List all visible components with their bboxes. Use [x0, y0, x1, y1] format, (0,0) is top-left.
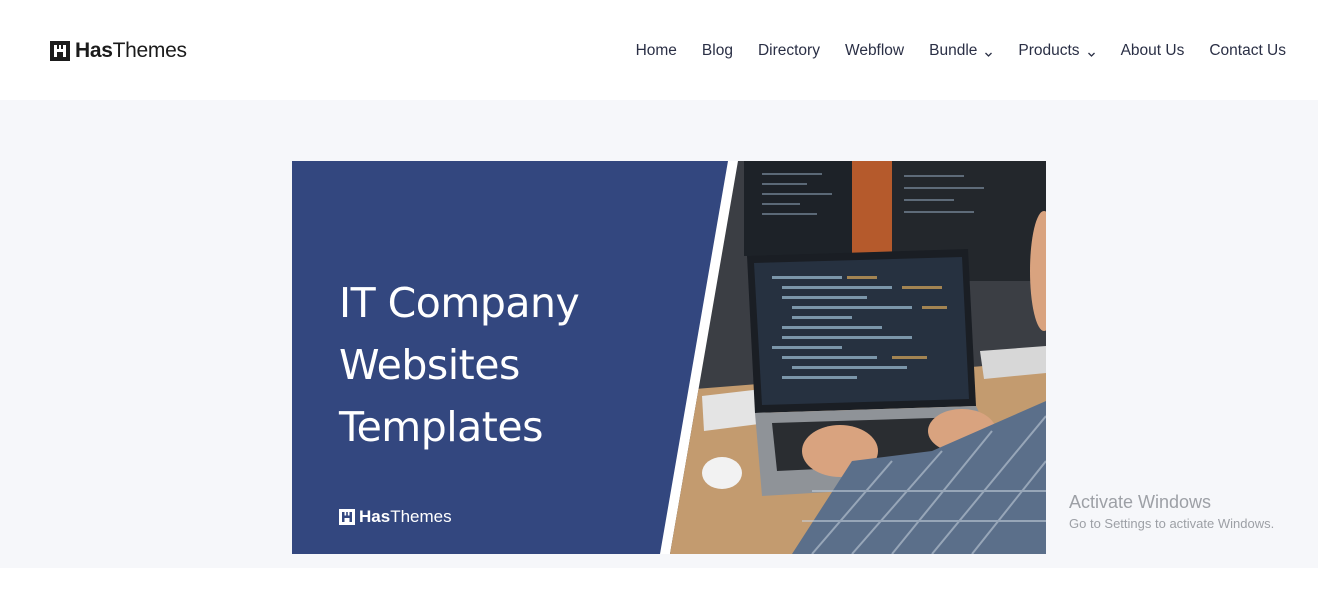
featured-banner[interactable]: IT Company Websites Templates HasThemes [292, 161, 1046, 554]
logo-wordmark: HasThemes [75, 39, 187, 62]
nav-products[interactable]: Products [1018, 42, 1095, 60]
nav-webflow[interactable]: Webflow [845, 42, 904, 60]
watermark-subtitle: Go to Settings to activate Windows. [1069, 516, 1275, 531]
nav-bundle[interactable]: Bundle [929, 42, 993, 60]
watermark-title: Activate Windows [1069, 492, 1212, 512]
hasthemes-logo[interactable]: HasThemes [50, 38, 187, 64]
banner-hasthemes-logo: HasThemes [339, 506, 452, 528]
hasthemes-logo-icon [339, 509, 355, 525]
nav-contact-us[interactable]: Contact Us [1209, 42, 1286, 60]
main-navigation: Home Blog Directory Webflow Bundle Produ… [611, 38, 1286, 64]
nav-about-us[interactable]: About Us [1121, 42, 1185, 60]
hasthemes-logo-icon [50, 41, 70, 61]
chevron-down-icon [984, 46, 993, 57]
activate-windows-watermark: Activate Windows Go to Settings to activ… [1069, 491, 1274, 533]
nav-home[interactable]: Home [636, 42, 677, 60]
site-header: HasThemes Home Blog Directory Webflow Bu… [0, 0, 1318, 100]
chevron-down-icon [1087, 46, 1096, 57]
nav-directory[interactable]: Directory [758, 42, 820, 60]
nav-blog[interactable]: Blog [702, 42, 733, 60]
banner-title: IT Company Websites Templates [339, 279, 580, 451]
banner-logo-wordmark: HasThemes [359, 507, 452, 526]
